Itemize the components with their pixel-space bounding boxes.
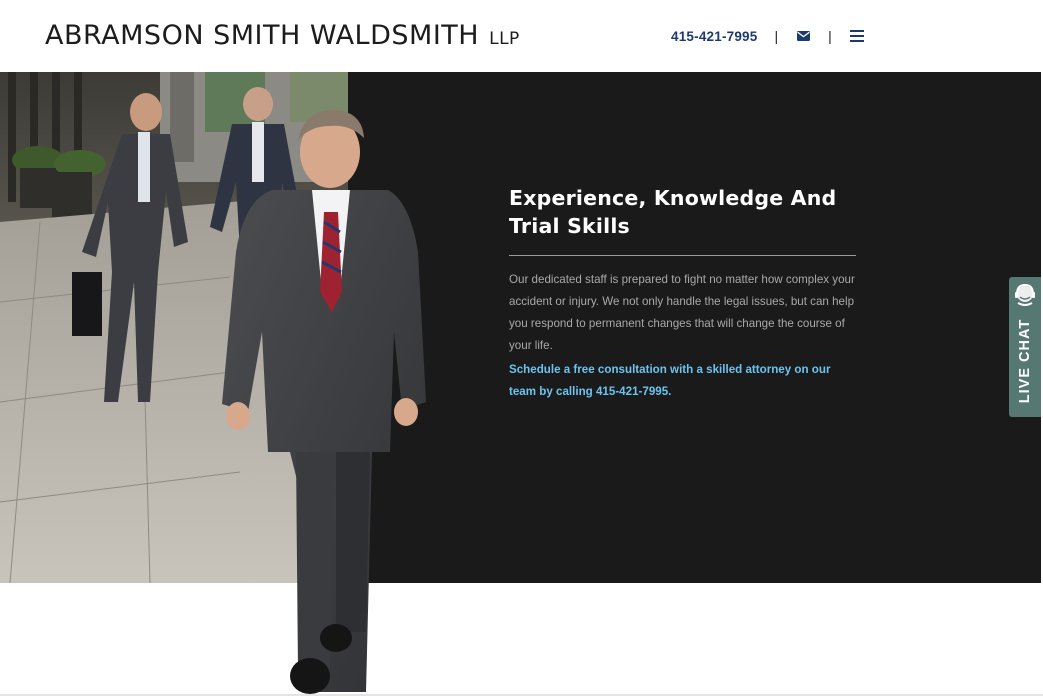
envelope-icon-graphic [796,31,810,41]
live-chat-tab[interactable]: LIVE CHAT [1009,277,1041,417]
live-chat-label: LIVE CHAT [1017,318,1033,404]
site-header: ABRAMSON SMITH WALDSMITH LLP 415-421-799… [0,0,1043,72]
chat-agent-icon [1015,283,1035,306]
nav-separator: | [774,28,779,44]
envelope-icon[interactable] [795,28,811,44]
header-nav: 415-421-7995 | | [671,24,865,48]
nav-separator: | [828,28,832,44]
hero-title-line2: Trial Skills [509,214,630,238]
hamburger-menu-icon[interactable] [849,28,865,44]
hero-title: Experience, Knowledge And Trial Skills [509,184,849,240]
hero-title-line1: Experience, Knowledge And [509,186,837,210]
hamburger-menu-icon-graphic [849,30,864,42]
hero-body-text: Our dedicated staff is prepared to fight… [509,273,855,352]
hero-photo [0,72,348,583]
firm-logo[interactable]: ABRAMSON SMITH WALDSMITH LLP [45,20,520,52]
hero-cta-text[interactable]: Schedule a free consultation with a skil… [509,359,854,403]
logo-suffix-text: LLP [489,29,520,49]
street-scene-graphic [0,72,348,583]
logo-main-text: ABRAMSON SMITH WALDSMITH [45,20,480,51]
phone-link[interactable]: 415-421-7995 [671,29,757,44]
hero-divider [509,255,856,256]
